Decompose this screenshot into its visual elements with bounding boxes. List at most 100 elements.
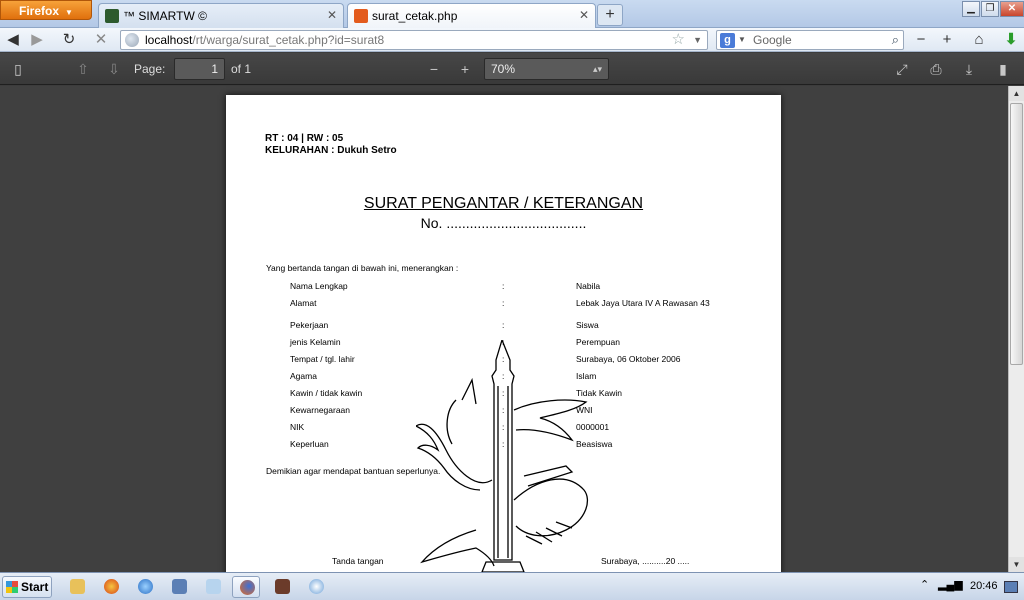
field-colon: :	[502, 422, 505, 432]
maximize-window-button[interactable]: ❐	[981, 1, 999, 17]
field-label: Kewarnegaraan	[290, 405, 351, 415]
intro-text: Yang bertanda tangan di bawah ini, mener…	[266, 263, 459, 273]
browser-icon	[138, 579, 153, 594]
taskbar-app[interactable]	[97, 576, 125, 598]
taskbar-app[interactable]	[302, 576, 330, 598]
chevron-down-icon[interactable]: ▼	[738, 31, 746, 49]
search-icon[interactable]: ⌕	[892, 31, 899, 49]
zoom-out-icon[interactable]: −	[910, 30, 932, 50]
zoom-in-icon[interactable]: +	[936, 30, 958, 50]
surabaya-emblem-watermark	[416, 340, 589, 572]
tab-simartw[interactable]: ™ SIMARTW © ✕	[98, 3, 344, 28]
show-desktop-icon[interactable]	[1004, 581, 1018, 593]
tab-surat-cetak[interactable]: surat_cetak.php ✕	[347, 3, 596, 28]
chrome-icon	[104, 579, 119, 594]
taskbar: Start ⌃ ▂▄▆ 20:46	[0, 572, 1024, 600]
taskbar-app[interactable]	[199, 576, 227, 598]
start-button[interactable]: Start	[2, 576, 52, 598]
zoom-out-button[interactable]: −	[424, 59, 444, 79]
scroll-up-icon[interactable]: ▲	[1009, 86, 1024, 101]
start-label: Start	[21, 580, 49, 594]
field-label: Pekerjaan	[290, 320, 329, 330]
notepad-icon	[206, 579, 221, 594]
taskbar-app[interactable]	[131, 576, 159, 598]
url-bar[interactable]: localhost/rt/warga/surat_cetak.php?id=su…	[120, 30, 708, 50]
system-tray: ⌃ ▂▄▆ 20:46	[916, 575, 1024, 599]
zoom-select[interactable]: 70% ▴▾	[484, 58, 609, 80]
stop-icon[interactable]: ✕	[90, 30, 112, 50]
field-value: Beasiswa	[576, 439, 613, 449]
signature-place-date: Surabaya, ..........20 .....	[601, 556, 690, 566]
zoom-in-button[interactable]: +	[455, 59, 475, 79]
globe-icon	[125, 33, 139, 47]
download-icon[interactable]: ⬇	[1000, 30, 1022, 50]
field-label: Keperluan	[290, 439, 329, 449]
firefox-menu-button[interactable]: Firefox ▼	[0, 0, 92, 20]
taskbar-explorer[interactable]	[63, 576, 91, 598]
search-input[interactable]: g ▼ Google ⌕	[716, 30, 904, 50]
tab-title: surat_cetak.php	[372, 9, 458, 23]
close-tab-icon[interactable]: ✕	[327, 8, 337, 22]
minimize-window-button[interactable]: ▁	[962, 1, 980, 17]
field-value: Lebak Jaya Utara IV A Rawasan 43	[576, 298, 710, 308]
zoom-value: 70%	[491, 62, 516, 76]
field-value: Siswa	[576, 320, 599, 330]
field-value: Nabila	[576, 281, 601, 291]
print-icon[interactable]: ⎙	[926, 59, 946, 79]
closing-text: Demikian agar mendapat bantuan seperluny…	[266, 466, 441, 476]
page-number-input[interactable]: 1	[174, 58, 225, 80]
navigation-bar: ◀ ▶ ↻ ✕ localhost/rt/warga/surat_cetak.p…	[0, 28, 1024, 52]
pdf-favicon-icon	[354, 9, 368, 23]
windows-logo-icon	[6, 581, 18, 593]
search-placeholder: Google	[753, 33, 792, 47]
new-tab-button[interactable]: +	[597, 4, 623, 26]
chevron-down-icon: ▼	[65, 8, 73, 17]
scroll-down-icon[interactable]: ▼	[1009, 557, 1024, 572]
taskbar-app[interactable]	[268, 576, 296, 598]
close-tab-icon[interactable]: ✕	[579, 8, 589, 22]
vertical-scrollbar[interactable]: ▲ ▼	[1008, 86, 1024, 572]
bookmark-icon[interactable]: ▮	[993, 59, 1013, 79]
simartw-favicon-icon	[105, 9, 119, 23]
field-colon: :	[502, 281, 505, 291]
field-label: NIK	[290, 422, 305, 432]
chevron-updown-icon: ▴▾	[592, 64, 602, 74]
save-icon[interactable]: ⤓	[959, 59, 979, 79]
signature-label: Tanda tangan	[332, 556, 384, 566]
rt-rw-header: RT : 04 | RW : 05	[265, 133, 344, 144]
kelurahan-header: KELURAHAN : Dukuh Setro	[265, 145, 397, 156]
field-value: Perempuan	[576, 337, 620, 347]
sidebar-toggle-icon[interactable]: ▯	[8, 59, 28, 79]
network-signal-icon[interactable]: ▂▄▆	[938, 578, 963, 591]
back-arrow-icon[interactable]: ◀	[2, 30, 24, 50]
field-colon: :	[502, 320, 505, 330]
taskbar-firefox[interactable]	[232, 576, 260, 598]
document-title-text: SURAT PENGANTAR / KETERANGAN	[363, 195, 644, 212]
pdf-viewer[interactable]: RT : 04 | RW : 05 KELURAHAN : Dukuh Setr…	[0, 86, 1008, 572]
firefox-icon	[240, 580, 255, 595]
field-colon: :	[502, 371, 505, 381]
reload-icon[interactable]: ↻	[58, 30, 80, 50]
google-icon[interactable]: g	[720, 33, 735, 48]
close-window-button[interactable]: ✕	[1000, 1, 1024, 17]
home-icon[interactable]: ⌂	[968, 30, 990, 50]
fullscreen-icon[interactable]: ⤢	[892, 59, 912, 79]
page-count: of 1	[231, 62, 252, 76]
bookmark-star-icon[interactable]: ☆	[672, 31, 685, 49]
previous-page-icon[interactable]: ⇧	[73, 59, 93, 79]
clock[interactable]: 20:46	[970, 580, 998, 592]
tab-title: ™ SIMARTW ©	[123, 9, 207, 23]
scrollbar-thumb[interactable]	[1010, 103, 1023, 365]
chevron-down-icon[interactable]: ▼	[693, 31, 702, 49]
forward-arrow-icon[interactable]: ▶	[26, 30, 48, 50]
field-label: Tempat / tgl. lahir	[290, 354, 355, 364]
field-value: WNI	[576, 405, 593, 415]
show-hidden-icons-icon[interactable]: ⌃	[920, 578, 929, 591]
next-page-icon[interactable]: ⇩	[104, 59, 124, 79]
taskbar-app[interactable]	[165, 576, 193, 598]
field-colon: :	[502, 337, 505, 347]
field-colon: :	[502, 405, 505, 415]
url-path: /rt/warga/surat_cetak.php?id=surat8	[192, 33, 385, 47]
field-value: Tidak Kawin	[576, 388, 622, 398]
folder-icon	[70, 579, 85, 594]
